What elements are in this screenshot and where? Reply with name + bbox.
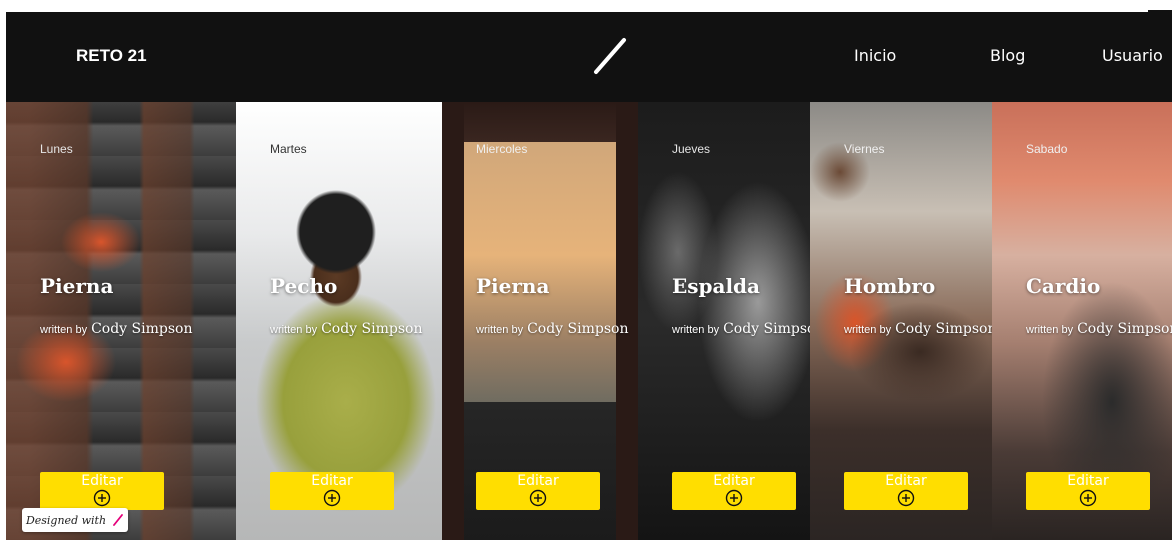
workout-card-viernes[interactable]: Viernes Hombro written by Cody Simpson Ed…	[810, 102, 992, 540]
plus-circle-icon	[897, 489, 915, 507]
card-author: Cody Simpson	[1077, 321, 1172, 337]
card-byline: written byCody Simpson	[270, 321, 423, 337]
card-title: Cardio	[1026, 274, 1101, 298]
edit-button-label: Editar	[885, 473, 927, 489]
plus-circle-icon	[323, 489, 341, 507]
workout-card-miercoles[interactable]: Miercoles Pierna written by Cody Simpson …	[442, 102, 638, 540]
card-day: Sabado	[1026, 142, 1068, 156]
card-title: Pecho	[270, 274, 338, 298]
plus-circle-icon	[725, 489, 743, 507]
card-author: Cody Simpson	[91, 321, 193, 337]
slash-logo-icon[interactable]	[586, 34, 632, 80]
edit-button[interactable]: Editar	[672, 472, 796, 510]
nav-link-usuario[interactable]: Usuario	[1102, 46, 1163, 65]
nav-link-inicio[interactable]: Inicio	[854, 46, 896, 65]
plus-circle-icon	[529, 489, 547, 507]
slash-accent-icon	[113, 514, 123, 526]
designed-with-badge[interactable]: Designed with	[22, 508, 128, 532]
workout-cards: Lunes Pierna written by Cody Simpson Edit…	[6, 102, 1172, 540]
card-author: Cody Simpson	[723, 321, 810, 337]
edit-button-label: Editar	[311, 473, 353, 489]
edit-button[interactable]: Editar	[40, 472, 164, 510]
navbar: RETO 21 Inicio Blog Usuario	[6, 12, 1172, 102]
edit-button[interactable]: Editar	[476, 472, 600, 510]
edit-button-label: Editar	[713, 473, 755, 489]
nav-link-blog[interactable]: Blog	[990, 46, 1025, 65]
card-day: Lunes	[40, 142, 73, 156]
card-day: Miercoles	[476, 142, 528, 156]
card-day: Viernes	[844, 142, 885, 156]
card-day: Martes	[270, 142, 307, 156]
card-day: Jueves	[672, 142, 711, 156]
page: RETO 21 Inicio Blog Usuario Lunes Pierna…	[0, 0, 1172, 540]
card-title: Pierna	[476, 274, 550, 298]
card-author: Cody Simpson	[895, 321, 992, 337]
card-title: Pierna	[40, 274, 114, 298]
edit-button-label: Editar	[1067, 473, 1109, 489]
card-author: Cody Simpson	[321, 321, 423, 337]
edit-button-label: Editar	[517, 473, 559, 489]
card-byline: written byCody Simpson	[1026, 318, 1172, 337]
card-author: Cody Simpson	[527, 321, 629, 337]
plus-circle-icon	[93, 489, 111, 507]
plus-circle-icon	[1079, 489, 1097, 507]
edit-button[interactable]: Editar	[270, 472, 394, 510]
designed-with-text: Designed with	[25, 513, 107, 527]
edit-button[interactable]: Editar	[844, 472, 968, 510]
card-byline: written byCody Simpson	[844, 318, 992, 337]
workout-card-jueves[interactable]: Jueves Espalda written byCody Simpson Ed…	[638, 102, 810, 540]
brand-logo[interactable]: RETO 21	[76, 46, 147, 66]
card-byline: written byCody Simpson	[476, 321, 629, 337]
card-byline: written byCody Simpson	[672, 318, 810, 337]
card-title: Hombro	[844, 274, 936, 298]
edit-button[interactable]: Editar	[1026, 472, 1150, 510]
workout-card-martes[interactable]: Martes Pecho written by Cody Simpson Edit…	[236, 102, 442, 540]
workout-card-sabado[interactable]: Sabado Cardio written by Cody Simpson Edi…	[992, 102, 1172, 540]
card-byline: written byCody Simpson	[40, 321, 193, 337]
workout-card-lunes[interactable]: Lunes Pierna written by Cody Simpson Edit…	[6, 102, 236, 540]
edit-button-label: Editar	[81, 473, 123, 489]
card-title: Espalda	[672, 274, 760, 298]
